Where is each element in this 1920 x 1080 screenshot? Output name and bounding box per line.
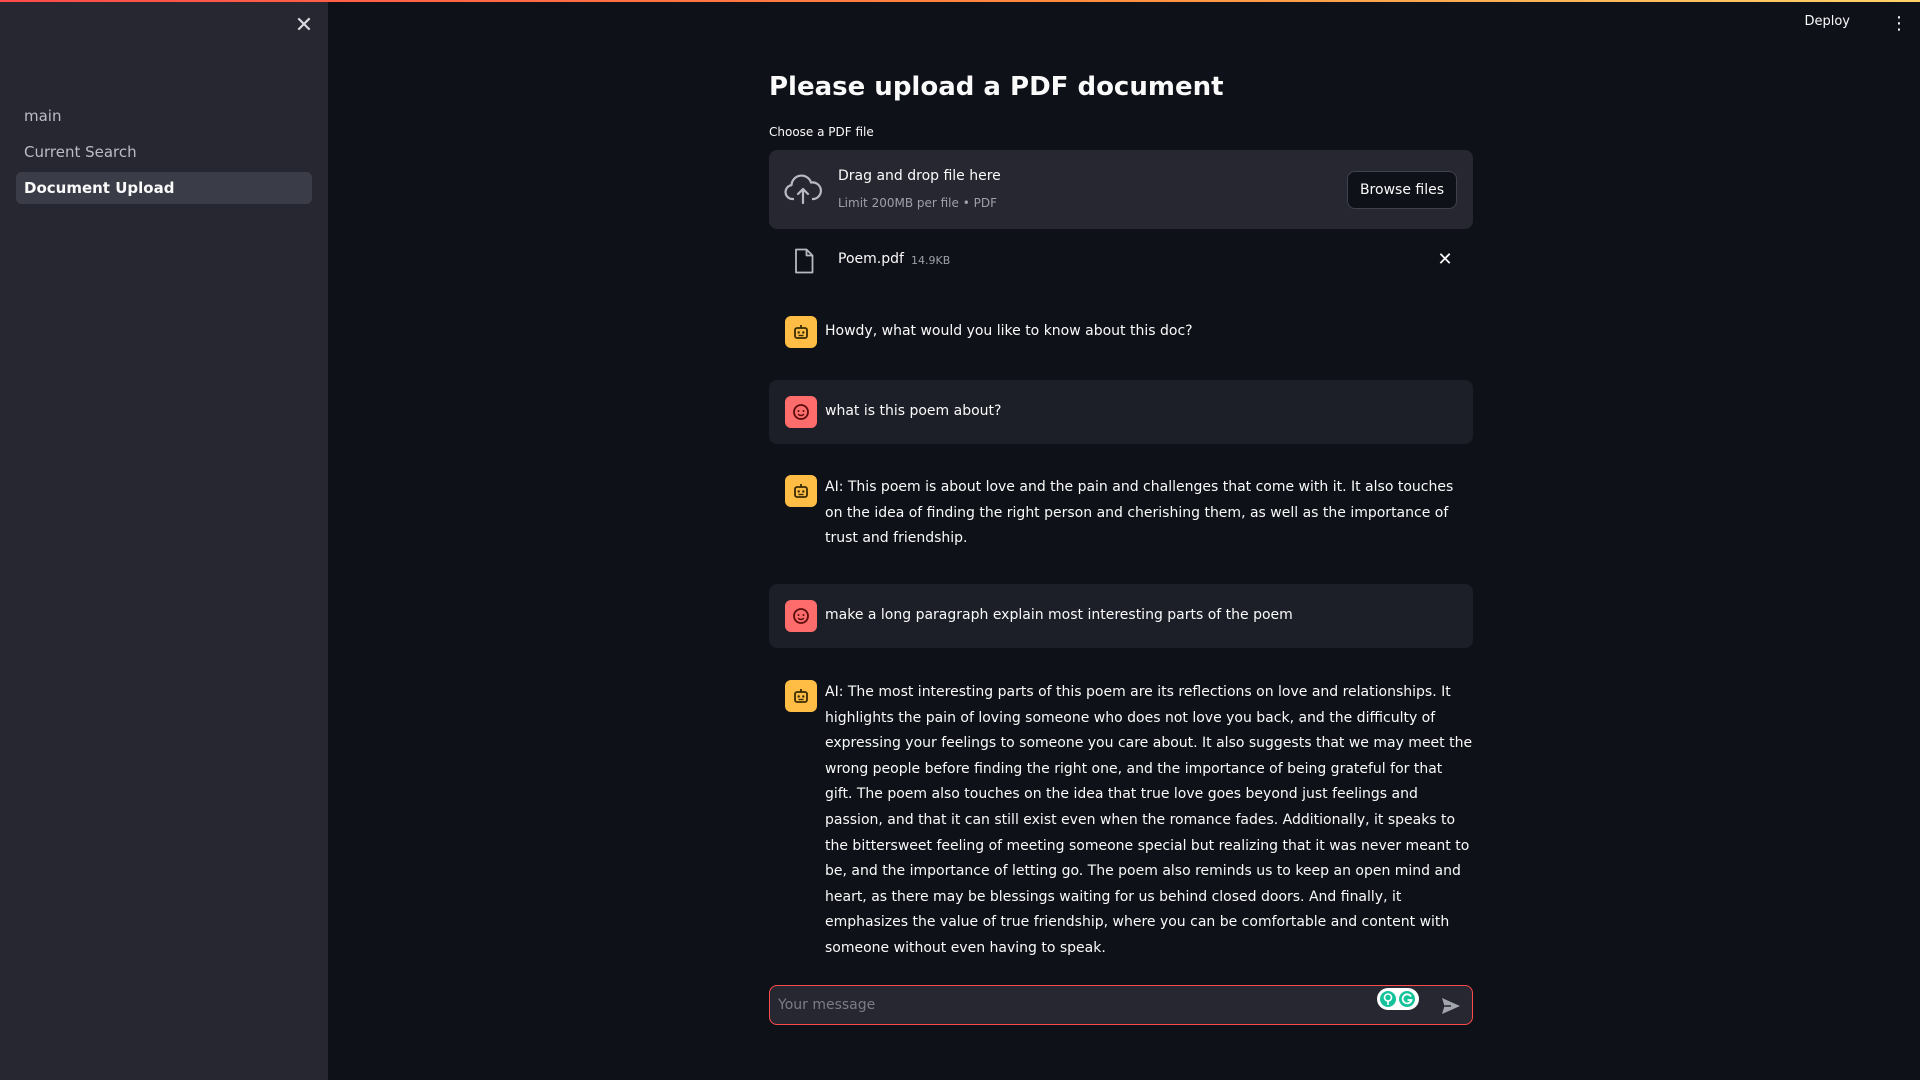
chat-message-container: make a long paragraph explain most inter… <box>769 584 1473 648</box>
grammarly-icon[interactable] <box>1376 987 1420 1011</box>
remove-file-close-icon[interactable]: ✕ <box>1435 250 1455 270</box>
chat-message-assistant: AI: The most interesting parts of this p… <box>769 680 1473 956</box>
chat-message-list: Howdy, what would you like to know about… <box>769 313 1473 351</box>
message-text: what is this poem about? <box>825 403 1002 419</box>
chat-message-container: what is this poem about? <box>769 380 1473 444</box>
sidebar-item-document-upload[interactable]: Document Upload <box>16 172 312 204</box>
top-decoration-bar <box>0 0 1920 2</box>
file-dropzone[interactable]: Drag and drop file here Limit 200MB per … <box>769 150 1473 229</box>
chat-message-assistant: Howdy, what would you like to know about… <box>769 313 1473 351</box>
sidebar-item-current-search[interactable]: Current Search <box>16 136 312 168</box>
message-text: AI: This poem is about love and the pain… <box>825 479 1454 547</box>
chat-message-assistant: AI: This poem is about love and the pain… <box>769 475 1473 555</box>
message-text: make a long paragraph explain most inter… <box>825 607 1293 623</box>
file-icon <box>795 248 814 274</box>
file-size: 14.9KB <box>911 254 951 267</box>
sidebar-nav: main Current Search Document Upload <box>16 100 312 208</box>
smiley-face-icon <box>785 396 817 428</box>
dropzone-title: Drag and drop file here <box>838 168 1001 184</box>
send-icon[interactable] <box>1440 996 1462 1016</box>
vertical-dots-icon[interactable]: ⋮ <box>1890 12 1908 36</box>
browse-files-button[interactable]: Browse files <box>1346 171 1457 209</box>
chat-input-container <box>769 985 1473 1025</box>
message-text: AI: The most interesting parts of this p… <box>825 684 1473 956</box>
main-content: Please upload a PDF document Choose a PD… <box>769 0 1473 1080</box>
chat-message-container: AI: This poem is about love and the pain… <box>769 475 1473 555</box>
deploy-button[interactable]: Deploy <box>1804 14 1850 29</box>
uploaded-file-row: Poem.pdf 14.9KB ✕ <box>769 246 1473 278</box>
sidebar: ✕ main Current Search Document Upload <box>0 0 328 1080</box>
uploader-label: Choose a PDF file <box>769 125 874 139</box>
smiley-face-icon <box>785 600 817 632</box>
robot-icon <box>785 680 817 712</box>
chat-message-user: make a long paragraph explain most inter… <box>769 584 1473 648</box>
robot-icon <box>785 316 817 348</box>
chat-message-input[interactable] <box>778 993 1338 1017</box>
chat-message-container: AI: The most interesting parts of this p… <box>769 680 1473 956</box>
page-title: Please upload a PDF document <box>769 72 1224 102</box>
file-name: Poem.pdf <box>838 251 904 267</box>
sidebar-item-main[interactable]: main <box>16 100 312 132</box>
cloud-upload-icon <box>784 174 822 205</box>
robot-icon <box>785 475 817 507</box>
close-icon[interactable]: ✕ <box>292 14 316 38</box>
chat-message-user: what is this poem about? <box>769 380 1473 444</box>
message-text: Howdy, what would you like to know about… <box>825 323 1193 339</box>
dropzone-subtitle: Limit 200MB per file • PDF <box>838 196 997 210</box>
